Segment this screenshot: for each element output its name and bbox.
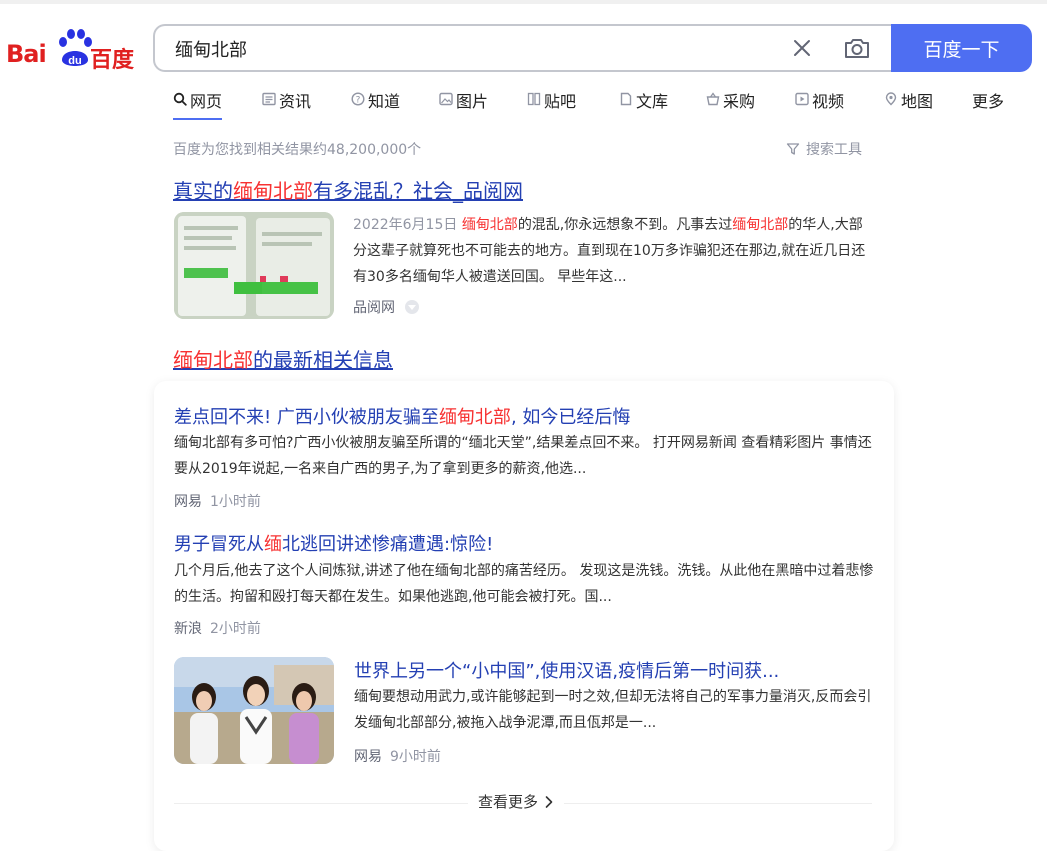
result-title-link[interactable]: 真实的缅甸北部有多混乱？社会_品阅网 xyxy=(173,175,523,204)
news-card: 差点回不来! 广西小伙被朋友骗至缅甸北部, 如今已经后悔 缅甸北部有多可怕?广西… xyxy=(154,381,894,851)
tab-label: 更多 xyxy=(972,92,1005,111)
search-tools-label: 搜索工具 xyxy=(806,142,862,158)
news-time: 9小时前 xyxy=(390,749,441,765)
question-icon: ? xyxy=(351,92,365,106)
logo-du: du xyxy=(68,55,81,67)
news-icon xyxy=(262,92,276,106)
title-text: 北逃回讲述惨痛遭遇:惊险! xyxy=(282,534,494,555)
news-source: 网易 xyxy=(174,494,202,510)
title-text: 男子冒死从 xyxy=(174,534,264,555)
chevron-down-icon[interactable] xyxy=(405,300,419,314)
search-icon xyxy=(173,92,187,106)
result-count: 百度为您找到相关结果约48,200,000个 xyxy=(173,142,422,158)
tab-purchase[interactable]: 采购 xyxy=(706,88,755,122)
title-highlight: 缅 xyxy=(264,534,282,555)
title-text: 真实的 xyxy=(173,179,233,203)
image-icon xyxy=(439,92,453,106)
screenshot-image xyxy=(174,212,334,319)
tab-label: 网页 xyxy=(190,92,223,111)
search-input[interactable] xyxy=(173,26,777,72)
tab-map[interactable]: 地图 xyxy=(884,88,933,122)
people-photo xyxy=(174,657,334,764)
news-section-heading[interactable]: 缅甸北部的最新相关信息 xyxy=(173,344,393,373)
top-border xyxy=(0,0,1047,4)
search-box xyxy=(153,24,891,72)
svg-text:?: ? xyxy=(356,96,361,106)
tab-label: 地图 xyxy=(901,92,934,111)
heading-highlight: 缅甸北部 xyxy=(173,348,253,372)
tab-zhidao[interactable]: ? 知道 xyxy=(351,88,400,122)
result-source: 品阅网 xyxy=(353,297,419,317)
title-text: 世界上另一个“小中国”,使用汉语,疫情后第一时间获... xyxy=(354,661,780,682)
map-icon xyxy=(885,92,897,106)
paw-icon: du xyxy=(59,29,92,67)
heading-text: 的最新相关信息 xyxy=(253,348,393,372)
tieba-icon xyxy=(527,92,541,106)
search-button[interactable]: 百度一下 xyxy=(891,24,1032,72)
news-item-meta: 新浪 2小时前 xyxy=(174,618,261,638)
baidu-logo[interactable]: Bai du 百度 xyxy=(6,28,136,73)
news-time: 2小时前 xyxy=(210,621,261,637)
title-text: 差点回不来! 广西小伙被朋友骗至 xyxy=(174,407,439,428)
news-item-title[interactable]: 世界上另一个“小中国”,使用汉语,疫情后第一时间获... xyxy=(354,657,779,683)
tab-label: 知道 xyxy=(368,92,401,111)
result-date: 2022年6月15日 xyxy=(353,217,458,233)
news-time: 1小时前 xyxy=(210,494,261,510)
logo-chinese: 百度 xyxy=(90,48,135,73)
news-source: 新浪 xyxy=(174,621,202,637)
see-more-label: 查看更多 xyxy=(478,793,539,811)
video-icon xyxy=(795,92,809,106)
news-item-title[interactable]: 差点回不来! 广西小伙被朋友骗至缅甸北部, 如今已经后悔 xyxy=(174,403,630,429)
tab-web[interactable]: 网页 xyxy=(173,88,223,122)
snippet-highlight: 缅甸北部 xyxy=(461,217,518,233)
result-snippet: 2022年6月15日 缅甸北部的混乱,你永远想象不到。凡事去过缅甸北部的华人,大… xyxy=(353,212,873,290)
snippet-text: 的混乱,你永远想象不到。凡事去过 xyxy=(517,217,733,233)
news-item-meta: 网易 1小时前 xyxy=(174,491,261,511)
title-text: , 如今已经后悔 xyxy=(510,407,631,428)
news-item-snippet: 几个月后,他去了这个人间炼狱,讲述了他在缅甸北部的痛苦经历。 发现这是洗钱。洗钱… xyxy=(174,563,874,605)
tab-label: 图片 xyxy=(456,92,489,111)
tab-label: 资讯 xyxy=(279,92,312,111)
see-more-button[interactable]: 查看更多 xyxy=(468,791,565,812)
tab-wenku[interactable]: 文库 xyxy=(619,88,668,122)
news-item-snippet: 缅甸北部有多可怕?广西小伙被朋友骗至所谓的“缅北天堂”,结果差点回不来。 打开网… xyxy=(174,435,872,477)
tab-label: 视频 xyxy=(812,92,845,111)
tab-video[interactable]: 视频 xyxy=(795,88,844,122)
camera-icon[interactable] xyxy=(843,36,871,60)
tab-tieba[interactable]: 贴吧 xyxy=(527,88,576,122)
chevron-right-icon xyxy=(545,795,553,808)
title-highlight: 缅甸北部 xyxy=(438,407,511,428)
document-icon xyxy=(620,92,632,106)
snippet-highlight: 缅甸北部 xyxy=(732,217,789,233)
result-thumbnail[interactable] xyxy=(174,212,334,319)
filter-icon xyxy=(786,143,800,155)
basket-icon xyxy=(706,92,720,106)
news-item-meta: 网易 9小时前 xyxy=(354,746,441,766)
tab-label: 采购 xyxy=(723,92,756,111)
news-source: 网易 xyxy=(354,749,382,765)
tab-more[interactable]: 更多 xyxy=(972,88,1004,122)
source-name[interactable]: 品阅网 xyxy=(353,297,395,317)
tab-images[interactable]: 图片 xyxy=(439,88,488,122)
news-thumbnail[interactable] xyxy=(174,657,334,764)
news-item-snippet: 缅甸要想动用武力,或许能够起到一时之效,但却无法将自己的军事力量消灭,反而会引发… xyxy=(354,689,872,731)
title-highlight: 缅甸北部 xyxy=(233,179,313,203)
tab-label: 文库 xyxy=(636,92,669,111)
tab-news[interactable]: 资讯 xyxy=(262,88,311,122)
news-item-title[interactable]: 男子冒死从缅北逃回讲述惨痛遭遇:惊险! xyxy=(174,530,493,556)
clear-icon[interactable] xyxy=(791,37,813,59)
search-tools-button[interactable]: 搜索工具 xyxy=(786,139,862,159)
title-text: 有多混乱？社会_品阅网 xyxy=(313,179,523,203)
tab-label: 贴吧 xyxy=(544,92,577,111)
logo-bai: Bai xyxy=(6,40,47,68)
